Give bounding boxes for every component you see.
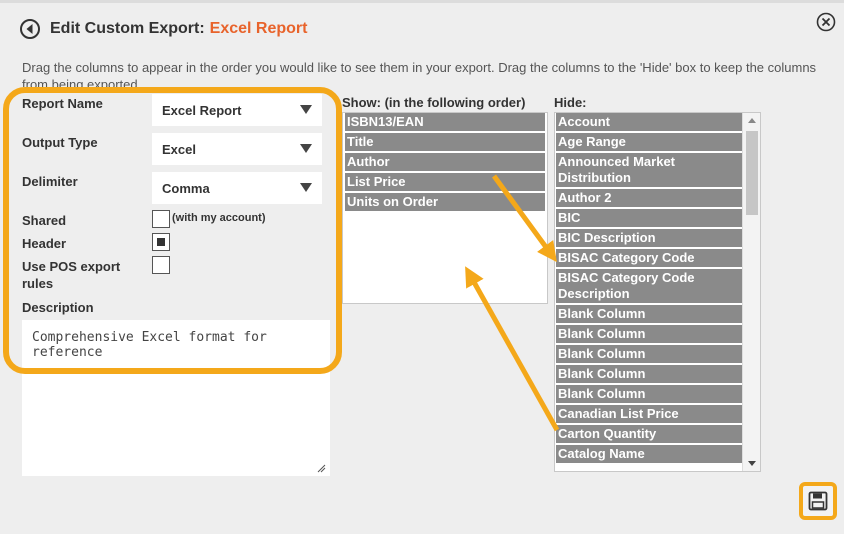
hide-list-item-line: BIC Description bbox=[558, 230, 656, 245]
shared-label: Shared bbox=[22, 213, 67, 228]
export-name-title: Excel Report bbox=[209, 20, 308, 37]
hide-list-item[interactable]: BIC Description bbox=[556, 229, 742, 249]
hide-list-item[interactable]: BIC bbox=[556, 209, 742, 229]
hide-list-item-line: Carton Quantity bbox=[558, 426, 657, 441]
show-list-item[interactable]: Units on Order bbox=[345, 193, 545, 213]
hide-list-scrollbar[interactable] bbox=[742, 113, 760, 471]
show-list-item[interactable]: List Price bbox=[345, 173, 545, 193]
report-name-value: Excel Report bbox=[162, 102, 242, 118]
scroll-up-arrow-icon[interactable] bbox=[743, 113, 760, 129]
hide-list-item[interactable]: Blank Column bbox=[556, 345, 742, 365]
hide-list-item-line: Blank Column bbox=[558, 346, 646, 361]
hide-list-item-line: Catalog Name bbox=[558, 446, 645, 461]
hide-list-item-line: Announced Market bbox=[558, 154, 676, 169]
scroll-down-arrow-icon[interactable] bbox=[743, 455, 760, 471]
hide-list-item[interactable]: BISAC Category Code bbox=[556, 249, 742, 269]
hide-list-item[interactable]: Blank Column bbox=[556, 325, 742, 345]
hide-list-item-line: Account bbox=[558, 114, 610, 129]
hide-list-item-line: Blank Column bbox=[558, 366, 646, 381]
delimiter-label: Delimiter bbox=[22, 174, 78, 189]
hide-list-item[interactable]: Canadian List Price bbox=[556, 405, 742, 425]
hide-list-item-line: BIC bbox=[558, 210, 581, 225]
output-type-select[interactable]: Excel bbox=[152, 133, 322, 165]
hide-list-item[interactable]: Blank Column bbox=[556, 305, 742, 325]
top-strip bbox=[0, 0, 844, 3]
hide-list-item-line: Canadian List Price bbox=[558, 406, 679, 421]
dialog-header: Edit Custom Export: Excel Report bbox=[20, 18, 307, 40]
pos-rules-label: Use POS export rules bbox=[22, 258, 120, 292]
chevron-down-icon bbox=[300, 144, 312, 153]
hide-list-item-line: BISAC Category Code bbox=[558, 270, 695, 285]
hide-heading: Hide: bbox=[554, 95, 587, 110]
hide-list-item[interactable]: Blank Column bbox=[556, 385, 742, 405]
shared-checkbox[interactable] bbox=[152, 210, 170, 228]
instructions-text: Drag the columns to appear in the order … bbox=[22, 60, 817, 87]
hide-list-item-line: Blank Column bbox=[558, 386, 646, 401]
header-label: Header bbox=[22, 236, 67, 251]
hide-list-item[interactable]: Author 2 bbox=[556, 189, 742, 209]
delimiter-value: Comma bbox=[162, 180, 210, 196]
scroll-thumb[interactable] bbox=[746, 131, 758, 215]
hide-list-item[interactable]: Announced Market Distribution bbox=[556, 153, 742, 189]
description-textarea[interactable] bbox=[22, 320, 330, 476]
show-heading: Show: (in the following order) bbox=[342, 95, 526, 110]
description-label: Description bbox=[22, 300, 94, 315]
save-button[interactable] bbox=[799, 482, 837, 520]
hide-list-item-line: Age Range bbox=[558, 134, 626, 149]
close-circle-icon[interactable] bbox=[816, 12, 836, 32]
resize-grip-icon[interactable] bbox=[316, 463, 326, 473]
output-type-value: Excel bbox=[162, 141, 196, 157]
show-list-item[interactable]: Author bbox=[345, 153, 545, 173]
hide-list-item-line: Blank Column bbox=[558, 306, 646, 321]
hide-list-item[interactable]: Carton Quantity bbox=[556, 425, 742, 445]
hide-list-item[interactable]: Catalog Name bbox=[556, 445, 742, 465]
show-list-item[interactable]: Title bbox=[345, 133, 545, 153]
header-checkbox[interactable] bbox=[152, 233, 170, 251]
output-type-label: Output Type bbox=[22, 135, 98, 150]
hide-list-item-line: BISAC Category Code bbox=[558, 250, 695, 265]
hide-list-item[interactable]: BISAC Category Code Description bbox=[556, 269, 742, 305]
hide-list-item-line: Description bbox=[558, 286, 630, 301]
show-list-item[interactable]: ISBN13/EAN bbox=[345, 113, 545, 133]
hide-list-item[interactable]: Blank Column bbox=[556, 365, 742, 385]
dialog-title: Edit Custom Export: bbox=[50, 20, 205, 37]
hide-list-item-line: Distribution bbox=[558, 170, 631, 185]
chevron-down-icon bbox=[300, 183, 312, 192]
pos-rules-checkbox[interactable] bbox=[152, 256, 170, 274]
delimiter-select[interactable]: Comma bbox=[152, 172, 322, 204]
pos-rules-label-line1: Use POS export bbox=[22, 259, 121, 274]
show-list[interactable]: ISBN13/EAN Title Author List Price Units on … bbox=[342, 112, 548, 304]
chevron-down-icon bbox=[300, 105, 312, 114]
shared-note: (with my account) bbox=[172, 212, 266, 224]
pos-rules-label-line2: rules bbox=[22, 276, 54, 291]
floppy-disk-icon bbox=[808, 491, 828, 511]
hide-list-item-line: Author 2 bbox=[558, 190, 612, 205]
report-name-label: Report Name bbox=[22, 96, 103, 111]
hide-list-item-line: Blank Column bbox=[558, 326, 646, 341]
hide-list-item[interactable]: Age Range bbox=[556, 133, 742, 153]
hide-list[interactable]: Account Age Range Announced Market Distribu… bbox=[554, 112, 761, 472]
back-circle-icon[interactable] bbox=[20, 19, 40, 39]
hide-list-item[interactable]: Account bbox=[556, 113, 742, 133]
report-name-field[interactable]: Excel Report bbox=[152, 94, 322, 126]
